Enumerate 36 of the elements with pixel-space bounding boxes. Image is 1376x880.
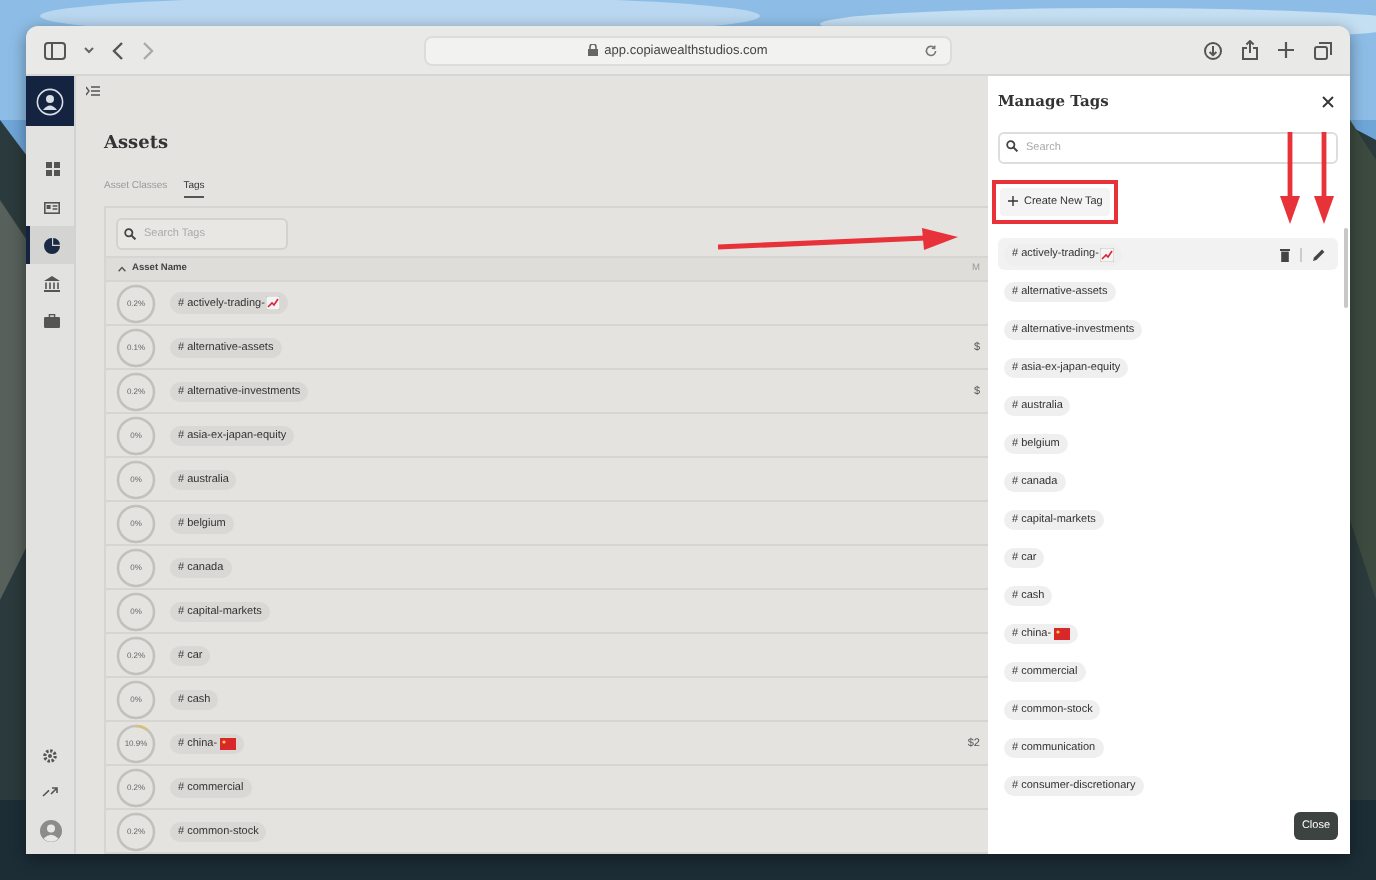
reload-icon[interactable] [924,43,939,57]
collapse-menu-icon[interactable] [86,86,100,96]
id-card-icon [44,201,60,213]
plus-icon [1008,196,1018,206]
person-logo-icon [36,87,64,115]
pencil-icon[interactable] [1312,247,1326,261]
flag-icon [219,737,236,749]
bank-icon [44,275,60,291]
back-icon[interactable] [112,41,124,59]
new-tab-icon[interactable] [1278,42,1294,58]
avatar-icon[interactable] [39,820,61,842]
trash-icon[interactable] [1280,247,1290,261]
chart-emoji-icon [266,296,281,310]
download-icon[interactable] [1204,41,1222,59]
search-icon [124,228,136,240]
pie-chart-icon [44,237,60,253]
briefcase-icon [44,314,60,328]
grid-icon [45,162,59,176]
swap-arrows-icon[interactable] [42,786,58,798]
page-title: Assets [104,134,171,154]
arrow-annotation [1314,132,1334,224]
scrollbar[interactable] [1344,228,1348,308]
sort-caret-icon[interactable] [118,266,126,272]
settings-icon[interactable] [42,748,58,764]
sidebar-icon[interactable] [44,41,66,59]
logo-badge[interactable] [26,76,74,126]
lock-icon [588,44,599,56]
close-icon[interactable] [1322,95,1334,107]
chevron-down-icon[interactable] [84,46,94,54]
chart-emoji-icon [1100,247,1115,261]
tabs-overview-icon[interactable] [1314,41,1332,59]
share-icon[interactable] [1242,40,1258,60]
flag-icon [1053,628,1070,640]
search-icon [1006,139,1018,151]
sidebar-item[interactable] [26,226,74,264]
arrow-annotation [1280,132,1300,224]
